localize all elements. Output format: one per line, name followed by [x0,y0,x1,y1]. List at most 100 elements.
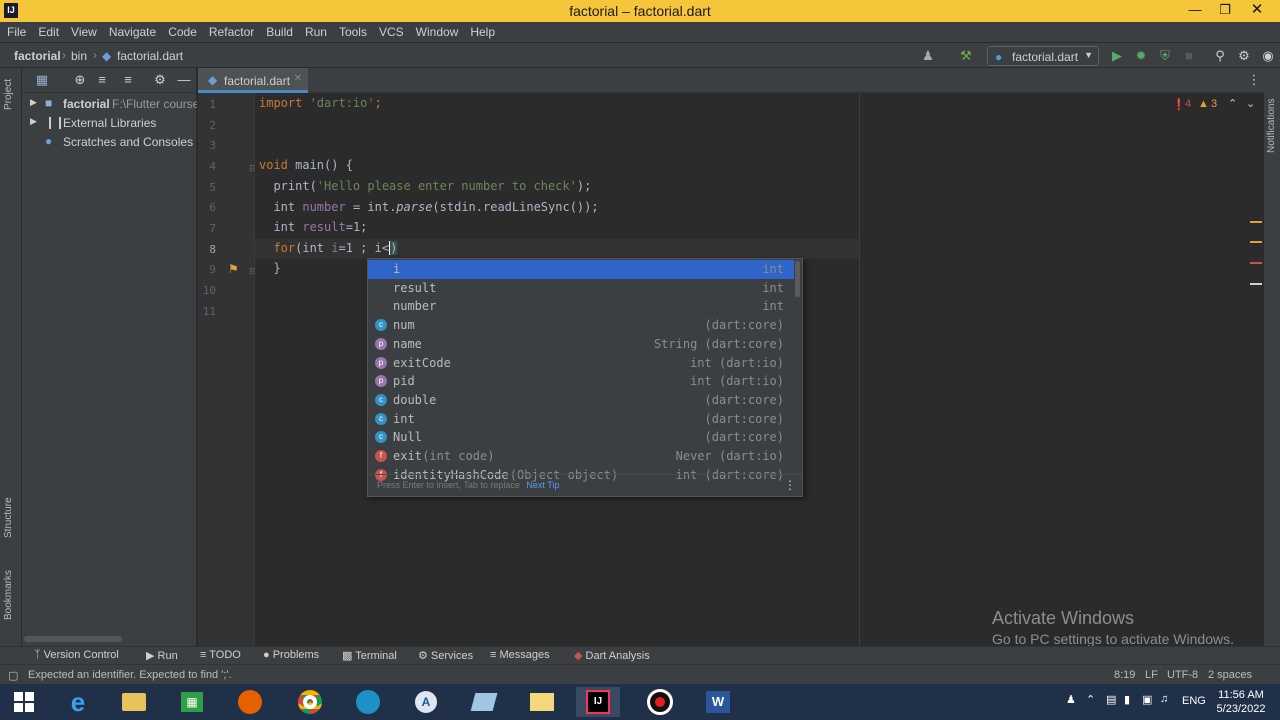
indent-setting[interactable]: 2 spaces [1208,669,1252,681]
tab-messages[interactable]: ≡ Messages [490,649,550,661]
locate-icon[interactable]: ⊕ [72,72,88,88]
tab-run[interactable]: ▶ Run [146,649,178,662]
run-icon[interactable]: ▶ [1109,48,1125,64]
completion-item[interactable]: result int [368,279,794,298]
tab-factorial-dart[interactable]: ◆ factorial.dart ✕ [198,68,308,93]
project-tool-label[interactable]: Project [3,79,14,110]
minimize-icon[interactable]: — [1180,1,1210,21]
menu-run[interactable]: Run [298,22,332,39]
file-encoding[interactable]: UTF-8 [1167,669,1198,681]
breadcrumb-project[interactable]: factorial [14,49,61,63]
menu-help[interactable]: Help [463,22,500,39]
menu-view[interactable]: View [64,22,102,39]
tree-item-scratches[interactable]: ● Scratches and Consoles [22,133,197,152]
more-options-icon[interactable]: ⋮ [784,478,796,492]
tab-services[interactable]: ⚙ Services [418,649,473,662]
tab-terminal[interactable]: ▩ Terminal [342,649,397,662]
tab-problems[interactable]: ● Problems [263,649,319,661]
line-separator[interactable]: LF [1145,669,1158,681]
tab-version-control[interactable]: ᛉ Version Control [34,649,119,661]
code-completion-popup[interactable]: i int result int number int c num (dart:core) p na… [367,258,803,497]
close-tab-icon[interactable]: ✕ [294,73,302,84]
file-explorer-icon[interactable] [112,687,156,717]
windows-start-icon[interactable] [2,687,46,717]
error-mark[interactable] [1250,262,1262,264]
completion-item[interactable]: c Null (dart:core) [368,428,794,447]
warning-mark[interactable] [1250,241,1262,243]
error-icon[interactable]: ❗ [1172,98,1186,111]
internet-explorer-icon[interactable]: e [56,687,100,717]
notepad-icon[interactable] [462,687,506,717]
tab-dart-analysis[interactable]: ◆ Dart Analysis [574,649,650,662]
menu-tools[interactable]: Tools [332,22,372,39]
more-options-icon[interactable]: ⋮ [1246,72,1262,88]
warning-mark[interactable] [1250,221,1262,223]
store-icon[interactable]: ▦ [170,687,214,717]
edge-icon[interactable] [346,687,390,717]
completion-item[interactable]: c num (dart:core) [368,316,794,335]
display-icon[interactable]: ▣ [1142,693,1152,706]
horizontal-scrollbar[interactable] [24,636,122,642]
close-icon[interactable]: ✕ [1242,1,1272,21]
bookmark-icon[interactable]: ⚑ [228,262,239,276]
structure-tool-label[interactable]: Structure [3,497,14,538]
settings-gear-icon[interactable]: ⚙ [1236,48,1252,64]
menu-build[interactable]: Build [259,22,298,39]
project-view-icon[interactable]: ▦ [34,72,50,88]
ide-features-icon[interactable]: ◉ [1260,48,1276,64]
tab-todo[interactable]: ≡ TODO [200,649,241,661]
warning-count[interactable]: 3 [1211,98,1217,110]
status-message[interactable]: Expected an identifier. Expected to find… [28,669,232,681]
notifications-tool-label[interactable]: Notifications [1266,99,1277,153]
firefox-icon[interactable] [228,687,272,717]
tree-item-external-libraries[interactable]: ▶ ❙❙ External Libraries [22,114,197,133]
completion-item[interactable]: i int [368,260,794,279]
expand-arrow-icon[interactable]: ▶ [30,97,37,108]
recorder-icon[interactable] [638,687,682,717]
clock[interactable]: 11:56 AM 5/23/2022 [1216,688,1266,716]
menu-vcs[interactable]: VCS [372,22,409,39]
breadcrumb-file[interactable]: factorial.dart [117,49,183,63]
next-highlight-icon[interactable]: ⌄ [1246,97,1255,110]
expand-all-icon[interactable]: ≡ [94,72,110,88]
expand-arrow-icon[interactable]: ▶ [30,116,37,127]
hide-panel-icon[interactable]: — [176,72,192,88]
restore-icon[interactable]: ❐ [1210,1,1240,21]
bookmarks-tool-label[interactable]: Bookmarks [3,570,14,620]
chrome-icon[interactable] [288,687,332,717]
completion-item[interactable]: p exitCode int (dart:io) [368,354,794,373]
completion-item[interactable]: number int [368,297,794,316]
tree-item-factorial[interactable]: ▶ ■ factorial F:\Flutter course- [22,95,197,114]
intellij-taskbar-icon[interactable]: IJ [576,687,620,717]
people-icon[interactable]: ♟ [1066,693,1076,706]
collapse-all-icon[interactable]: ≡ [120,72,136,88]
completion-item[interactable]: p pid int (dart:io) [368,372,794,391]
volume-icon[interactable]: ♫ [1160,693,1168,705]
menu-window[interactable]: Window [409,22,464,39]
warning-icon[interactable]: ▲ [1198,98,1209,110]
previous-highlight-icon[interactable]: ⌃ [1228,97,1237,110]
battery-icon[interactable]: ▮ [1124,693,1130,706]
completion-item[interactable]: c double (dart:core) [368,391,794,410]
error-count[interactable]: 4 [1185,98,1191,110]
menu-refactor[interactable]: Refactor [202,22,259,39]
status-layout-icon[interactable]: ▢ [8,669,18,682]
menu-code[interactable]: Code [161,22,202,39]
caret-position[interactable]: 8:19 [1114,669,1135,681]
options-gear-icon[interactable]: ⚙ [152,72,168,88]
completion-item[interactable]: f exit (int code) Never (dart:io) [368,447,794,466]
stop-icon[interactable]: ■ [1181,48,1197,64]
folder-icon[interactable] [520,687,564,717]
popup-scrollbar[interactable] [795,261,800,297]
app-icon[interactable]: A [404,687,448,717]
completion-item[interactable]: c int (dart:core) [368,410,794,429]
breadcrumb-folder[interactable]: bin [71,49,87,63]
debug-icon[interactable]: ✹ [1133,48,1149,64]
build-hammer-icon[interactable]: ⚒ [958,48,974,64]
language-indicator[interactable]: ENG [1182,695,1206,707]
word-icon[interactable]: W [696,687,740,717]
network-icon[interactable]: ▤ [1106,693,1116,706]
coverage-icon[interactable]: ⛨ [1157,48,1173,64]
run-configuration-select[interactable]: ● factorial.dart ▼ [987,46,1099,66]
menu-navigate[interactable]: Navigate [102,22,161,39]
